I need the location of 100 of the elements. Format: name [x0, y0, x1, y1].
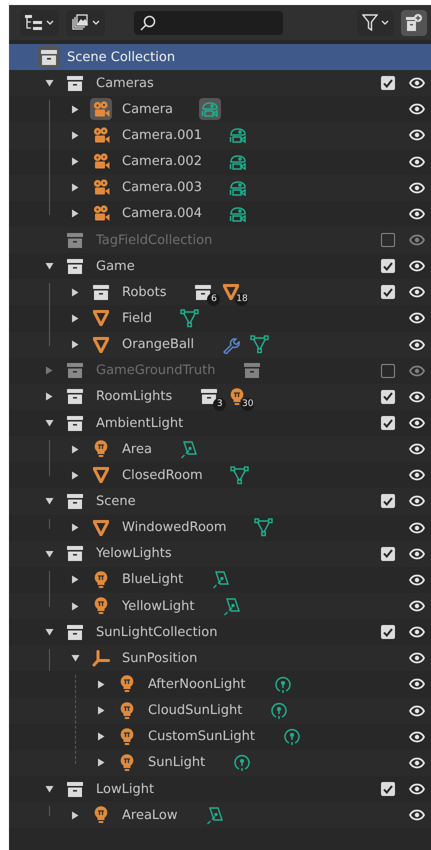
expand-arrow-icon[interactable] — [71, 340, 79, 350]
collection-icon — [93, 284, 109, 300]
item-name: YellowLight — [122, 598, 194, 614]
expand-arrow-icon[interactable] — [71, 444, 79, 454]
expand-arrow-icon[interactable] — [45, 392, 53, 402]
light-bulb-icon — [94, 440, 108, 458]
eye-icon[interactable] — [409, 678, 425, 690]
collapse-arrow-icon[interactable] — [44, 550, 54, 558]
filter-dropdown[interactable] — [357, 10, 394, 36]
eye-icon[interactable] — [409, 495, 425, 508]
item-name: Camera — [122, 102, 174, 117]
eye-icon[interactable] — [409, 469, 425, 482]
expand-arrow-icon[interactable] — [71, 602, 79, 611]
expand-arrow-icon[interactable] — [97, 732, 105, 742]
eye-icon[interactable] — [409, 156, 425, 168]
sun-light-icon — [270, 701, 288, 720]
eye-icon[interactable] — [409, 208, 425, 220]
eye-icon[interactable] — [409, 312, 425, 324]
expand-arrow-icon[interactable] — [71, 104, 79, 114]
item-name: ClosedRoom — [122, 468, 203, 483]
item-name: YelowLights — [96, 546, 172, 562]
check-icon — [383, 628, 393, 637]
eye-icon[interactable] — [409, 286, 425, 298]
exclude-checkbox[interactable] — [381, 233, 395, 248]
search-icon — [140, 14, 156, 30]
eye-icon[interactable] — [409, 600, 425, 612]
caret-icon — [46, 20, 54, 26]
item-name: RoomLights — [96, 389, 172, 404]
collapse-arrow-icon[interactable] — [44, 785, 54, 793]
collection-icon — [67, 389, 83, 404]
expand-arrow-icon[interactable] — [71, 130, 79, 140]
exclude-checkbox[interactable] — [381, 364, 395, 378]
expand-arrow-icon[interactable] — [71, 470, 79, 480]
collapse-arrow-icon[interactable] — [44, 497, 54, 506]
expand-arrow-icon[interactable] — [97, 758, 105, 768]
expand-arrow-icon[interactable] — [71, 157, 79, 166]
light-bulb-icon — [230, 388, 244, 406]
eye-icon[interactable] — [409, 730, 425, 743]
item-name: Camera.004 — [122, 206, 202, 222]
eye-icon[interactable] — [409, 417, 425, 430]
expand-arrow-icon[interactable] — [97, 680, 105, 689]
eye-icon[interactable] — [409, 704, 425, 717]
eye-icon[interactable] — [409, 129, 425, 142]
light-bulb-icon — [120, 754, 134, 772]
expand-arrow-icon[interactable] — [71, 209, 79, 218]
eye-icon[interactable] — [409, 77, 425, 90]
outliner-row[interactable]: Scene Collection — [9, 44, 431, 70]
item-name: Area — [122, 442, 152, 457]
expand-arrow-icon[interactable] — [71, 523, 79, 532]
wrench-icon — [222, 336, 240, 354]
check-icon — [383, 78, 393, 88]
eye-icon[interactable] — [409, 338, 425, 351]
eye-icon[interactable] — [409, 756, 425, 769]
mesh-data-icon — [230, 466, 250, 485]
expand-arrow-icon[interactable] — [71, 288, 79, 297]
eye-icon[interactable] — [409, 390, 425, 403]
expand-arrow-icon[interactable] — [71, 810, 79, 820]
eye-icon[interactable] — [409, 522, 425, 534]
expand-arrow-icon[interactable] — [71, 314, 79, 323]
camera-data-icon — [229, 126, 248, 144]
eye-icon[interactable] — [409, 260, 425, 272]
collapse-arrow-icon[interactable] — [44, 419, 54, 428]
collection-icon — [67, 416, 83, 431]
eye-icon[interactable] — [409, 809, 425, 822]
image-stack-icon — [71, 14, 89, 31]
new-collection-button[interactable] — [401, 10, 427, 36]
expand-arrow-icon[interactable] — [71, 575, 79, 584]
area-light-icon — [179, 440, 198, 459]
caret-icon — [92, 20, 100, 26]
eye-icon[interactable] — [409, 182, 425, 194]
camera-icon — [92, 100, 110, 118]
display-mode-dropdown[interactable] — [20, 10, 59, 36]
tree-view-icon — [25, 14, 43, 30]
light-bulb-icon — [120, 702, 134, 720]
eye-icon[interactable] — [409, 574, 425, 586]
light-bulb-icon — [94, 597, 108, 616]
collapse-arrow-icon[interactable] — [44, 262, 54, 270]
collapse-arrow-icon[interactable] — [44, 79, 54, 88]
collapse-arrow-icon[interactable] — [70, 654, 80, 662]
eye-icon[interactable] — [409, 783, 425, 795]
search-field[interactable] — [134, 10, 283, 34]
item-name: Cameras — [96, 76, 154, 91]
light-bulb-icon — [94, 570, 108, 589]
collection-icon — [195, 284, 212, 300]
mesh-data-icon — [180, 308, 199, 328]
camera-data-icon — [229, 178, 248, 197]
child-count: 6 — [207, 293, 220, 306]
eye-icon[interactable] — [409, 652, 425, 664]
collapse-arrow-icon[interactable] — [44, 628, 54, 636]
eye-icon[interactable] — [409, 548, 425, 560]
eye-icon[interactable] — [409, 443, 425, 456]
expand-arrow-icon[interactable] — [97, 706, 105, 716]
item-name: Game — [96, 258, 135, 274]
expand-arrow-icon[interactable] — [71, 183, 79, 192]
new-collection-icon — [406, 14, 422, 31]
item-name: Camera.003 — [122, 180, 202, 196]
eye-icon[interactable] — [409, 103, 425, 116]
view-layer-dropdown[interactable] — [66, 10, 105, 36]
area-light-icon — [210, 570, 230, 590]
eye-icon[interactable] — [409, 626, 425, 638]
